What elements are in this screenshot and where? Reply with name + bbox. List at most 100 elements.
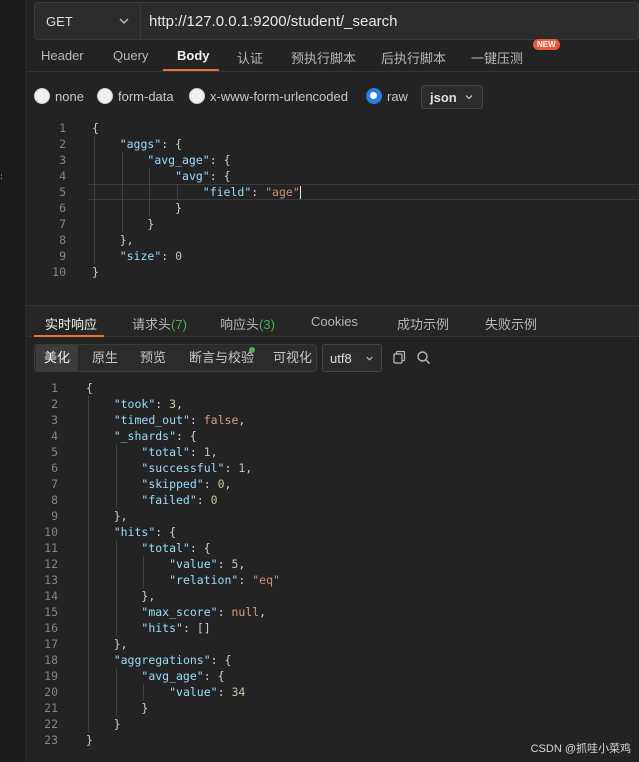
body-type-none[interactable]: none [34, 88, 84, 104]
line-number: 22 [44, 717, 58, 731]
line-number: 4 [59, 169, 66, 183]
indent-guide [115, 492, 117, 508]
code-text: } [86, 733, 93, 747]
indent-guide [121, 216, 123, 232]
line-number: 8 [51, 493, 58, 507]
code-text: "hits": { [113, 525, 177, 539]
tab-request-headers-label: 请求头 [132, 317, 172, 332]
code-text: "failed": 0 [141, 493, 218, 507]
tab-fail-example[interactable]: 失败示例 [485, 314, 537, 333]
tab-auth[interactable]: 认证 [237, 48, 263, 67]
indent-guide [88, 620, 89, 636]
code-text: { [86, 381, 93, 395]
assertion-status-dot [249, 347, 255, 353]
body-format-select[interactable]: json [421, 85, 483, 109]
encoding-label: utf8 [330, 350, 352, 366]
line-number: 3 [59, 153, 66, 167]
indent-guide [177, 184, 179, 200]
indent-guide [115, 460, 117, 476]
request-headers-count: (7) [171, 317, 187, 332]
tab-response-headers[interactable]: 响应头(3) [220, 314, 275, 333]
code-text: "timed_out": false, [113, 413, 246, 427]
tab-request-headers[interactable]: 请求头(7) [132, 314, 187, 333]
code-text: "hits": [] [141, 621, 211, 635]
indent-guide [88, 604, 89, 620]
indent-guide [94, 200, 95, 216]
tab-header[interactable]: Header [41, 48, 84, 63]
code-text: "value": 34 [169, 685, 246, 699]
code-text: "value": 5, [169, 557, 246, 571]
url-bar: GET http://127.0.0.1:9200/student/_searc… [34, 2, 639, 40]
view-visualize-button[interactable]: 可视化 [273, 345, 312, 371]
copy-icon[interactable] [392, 350, 407, 365]
indent-guide [88, 396, 89, 412]
tab-query[interactable]: Query [113, 48, 148, 63]
tab-post-script[interactable]: 后执行脚本 [381, 48, 446, 67]
indent-guide [88, 684, 89, 700]
code-text: "avg_age": { [141, 669, 225, 683]
body-type-options: none form-data x-www-form-urlencoded raw… [26, 82, 639, 112]
indent-guide [88, 508, 89, 524]
indent-guide [94, 152, 95, 168]
indent-guide [143, 684, 145, 700]
code-text: } [141, 701, 149, 715]
side-marker: : [0, 172, 4, 182]
radio-none[interactable] [34, 88, 50, 104]
view-beautify-button[interactable]: 美化 [36, 345, 79, 371]
code-text: } [147, 217, 155, 231]
tab-response-headers-label: 响应头 [220, 317, 260, 332]
view-raw-button[interactable]: 原生 [92, 345, 118, 371]
radio-form-data[interactable] [97, 88, 113, 104]
line-number: 5 [51, 445, 58, 459]
method-select[interactable]: GET [35, 3, 141, 39]
indent-guide [88, 716, 89, 732]
body-type-form-data-label: form-data [118, 88, 174, 104]
indent-guide [115, 700, 117, 716]
body-type-urlencoded[interactable]: x-www-form-urlencoded [189, 88, 348, 104]
body-type-raw[interactable]: raw [366, 88, 408, 104]
encoding-select[interactable]: utf8 [322, 344, 382, 372]
indent-guide [115, 668, 117, 684]
tab-pre-script[interactable]: 预执行脚本 [291, 48, 356, 67]
response-body-viewer[interactable]: 1 {2 "took": 3, 3 "timed_out": false, 4 "_s… [26, 380, 639, 762]
chevron-down-icon [366, 356, 373, 361]
line-number: 18 [44, 653, 58, 667]
active-response-tab-indicator [34, 335, 104, 337]
search-icon[interactable] [416, 350, 431, 365]
tab-realtime-response[interactable]: 实时响应 [45, 314, 97, 333]
code-text: "took": 3, [113, 397, 183, 411]
code-text: }, [141, 589, 156, 603]
line-number: 20 [44, 685, 58, 699]
indent-guide [149, 168, 151, 184]
view-preview-button[interactable]: 预览 [140, 345, 166, 371]
indent-guide [115, 444, 117, 460]
indent-guide [115, 540, 117, 556]
indent-guide [115, 684, 117, 700]
radio-urlencoded[interactable] [189, 88, 205, 104]
chevron-down-icon [465, 95, 473, 100]
view-assertion-button[interactable]: 断言与校验 [189, 345, 254, 371]
code-text: "size": 0 [119, 249, 183, 263]
tab-body[interactable]: Body [177, 48, 210, 63]
code-text: "total": 1, [141, 445, 218, 459]
url-input[interactable]: http://127.0.0.1:9200/student/_search [141, 13, 398, 30]
indent-guide [121, 200, 123, 216]
tab-cookies[interactable]: Cookies [311, 314, 358, 329]
code-text: } [113, 717, 121, 731]
radio-raw[interactable] [366, 88, 382, 104]
left-side-strip: : [0, 0, 26, 762]
indent-guide [94, 184, 95, 200]
text-cursor [299, 186, 301, 199]
tab-success-example[interactable]: 成功示例 [397, 314, 449, 333]
line-number: 17 [44, 637, 58, 651]
indent-guide [115, 604, 117, 620]
indent-guide [94, 136, 95, 152]
tab-load-test[interactable]: 一键压测 [471, 48, 523, 67]
indent-guide [88, 652, 89, 668]
code-text: "total": { [141, 541, 211, 555]
line-number: 6 [59, 201, 66, 215]
line-number: 13 [44, 573, 58, 587]
code-text: "field": "age" [202, 185, 301, 199]
request-body-editor[interactable]: 1 {2 "aggs": {3 "avg_age": {4 "avg": {5 "… [26, 120, 639, 305]
body-type-form-data[interactable]: form-data [97, 88, 174, 104]
